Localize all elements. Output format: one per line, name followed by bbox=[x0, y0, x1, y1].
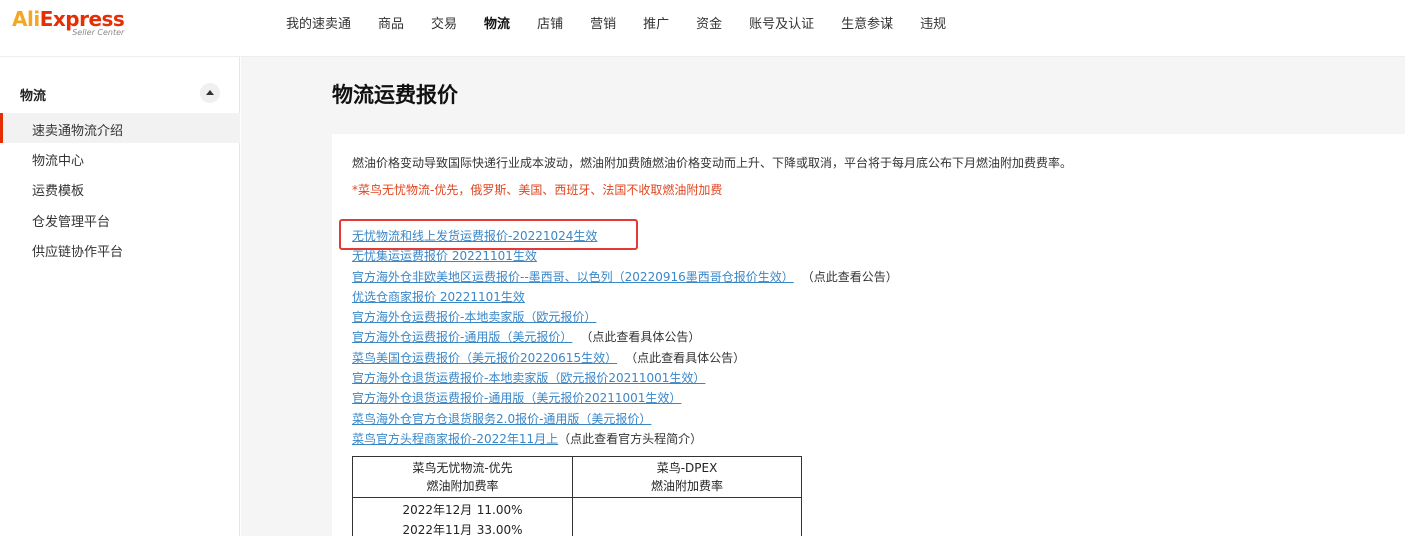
column-title: 菜鸟-DPEX bbox=[656, 461, 718, 475]
sidebar-item-logistics-center[interactable]: 物流中心 bbox=[0, 143, 240, 173]
list-item: 菜鸟海外仓官方仓退货服务2.0报价-通用版（美元报价） bbox=[352, 409, 898, 429]
list-item: 官方海外仓退货运费报价-本地卖家版（欧元报价20211001生效） bbox=[352, 368, 898, 388]
collapse-up-icon[interactable] bbox=[200, 83, 220, 103]
nav-item-store[interactable]: 店铺 bbox=[537, 0, 563, 50]
link-overseas-general-usd[interactable]: 官方海外仓运费报价-通用版（美元报价） bbox=[352, 330, 572, 344]
nav-item-business-advisor[interactable]: 生意参谋 bbox=[841, 0, 893, 50]
list-item: 无忧物流和线上发货运费报价-20221024生效 bbox=[352, 226, 898, 246]
top-header: AliExpress Seller Center 我的速卖通 商品 交易 物流 … bbox=[0, 0, 1405, 57]
nav-item-marketing[interactable]: 营销 bbox=[590, 0, 616, 50]
nav-item-funds[interactable]: 资金 bbox=[696, 0, 722, 50]
sidebar-item-logistics-intro[interactable]: 速卖通物流介绍 bbox=[0, 113, 240, 143]
sidebar-item-label: 仓发管理平台 bbox=[32, 215, 111, 230]
aliexpress-logo[interactable]: AliExpress Seller Center bbox=[12, 7, 125, 38]
link-consolidation-price[interactable]: 无忧集运运费报价 20221101生效 bbox=[352, 249, 537, 263]
list-item: 无忧集运运费报价 20221101生效 bbox=[352, 246, 898, 266]
sidebar-item-warehouse-platform[interactable]: 仓发管理平台 bbox=[0, 204, 240, 234]
nav-item-logistics[interactable]: 物流 bbox=[484, 0, 510, 50]
rate-value: 33.00% bbox=[476, 523, 523, 536]
nav-item-account[interactable]: 账号及认证 bbox=[749, 0, 814, 50]
logo-wordmark: AliExpress bbox=[12, 7, 125, 31]
link-note[interactable]: （点此查看官方头程简介） bbox=[558, 432, 702, 446]
column-subtitle: 燃油附加费率 bbox=[650, 479, 723, 493]
link-wuyou-online-price[interactable]: 无忧物流和线上发货运费报价-20221024生效 bbox=[352, 229, 597, 243]
sidebar-item-label: 速卖通物流介绍 bbox=[32, 124, 124, 139]
nav-item-products[interactable]: 商品 bbox=[378, 0, 404, 50]
rate-month: 2022年12月 bbox=[402, 503, 473, 517]
list-item: 优选仓商家报价 20221101生效 bbox=[352, 287, 898, 307]
sidebar-section-header[interactable]: 物流 bbox=[0, 77, 240, 109]
table-cell bbox=[572, 497, 802, 536]
list-item: 菜鸟官方头程商家报价-2022年11月上（点此查看官方头程简介） bbox=[352, 429, 898, 449]
link-overseas-local-eur[interactable]: 官方海外仓运费报价-本地卖家版（欧元报价） bbox=[352, 310, 596, 324]
sidebar-item-label: 供应链协作平台 bbox=[32, 245, 124, 260]
list-item: 官方海外仓运费报价-通用版（美元报价） （点此查看具体公告） bbox=[352, 327, 898, 347]
sidebar-item-label: 物流中心 bbox=[32, 154, 85, 169]
list-item: 官方海外仓运费报价-本地卖家版（欧元报价） bbox=[352, 307, 898, 327]
link-return-general-usd[interactable]: 官方海外仓退货运费报价-通用版（美元报价20211001生效） bbox=[352, 391, 681, 405]
column-subtitle: 燃油附加费率 bbox=[426, 479, 499, 493]
table-row: 2022年12月 11.00% 2022年11月 33.00% bbox=[352, 497, 802, 536]
sidebar: 物流 速卖通物流介绍 物流中心 运费模板 仓发管理平台 供应链协作平台 bbox=[0, 57, 240, 536]
link-note[interactable]: （点此查看具体公告） bbox=[586, 330, 700, 344]
sidebar-item-label: 运费模板 bbox=[32, 184, 85, 199]
column-title: 菜鸟无忧物流-优先 bbox=[412, 461, 513, 475]
top-nav: 我的速卖通 商品 交易 物流 店铺 营销 推广 资金 账号及认证 生意参谋 违规 bbox=[286, 0, 973, 50]
link-overseas-non-euus-price[interactable]: 官方海外仓非欧美地区运费报价--墨西哥、以色列（20220916墨西哥仓报价生效… bbox=[352, 270, 794, 284]
table-header-cell: 菜鸟-DPEX 燃油附加费率 bbox=[572, 456, 802, 498]
fuel-surcharge-table: 菜鸟无忧物流-优先 燃油附加费率 菜鸟-DPEX 燃油附加费率 2022年12月… bbox=[352, 456, 802, 536]
link-note[interactable]: （点此查看公告） bbox=[808, 270, 898, 284]
fuel-notice: 燃油价格变动导致国际快递行业成本波动，燃油附加费随燃油价格变动而上升、下降或取消… bbox=[352, 156, 1073, 170]
link-note[interactable]: （点此查看具体公告） bbox=[631, 351, 745, 365]
link-preferred-warehouse-price[interactable]: 优选仓商家报价 20221101生效 bbox=[352, 290, 525, 304]
price-link-list: 无忧物流和线上发货运费报价-20221024生效 无忧集运运费报价 202211… bbox=[352, 226, 898, 449]
rate-value: 11.00% bbox=[476, 503, 523, 517]
rate-line: 2022年11月 33.00% bbox=[353, 520, 572, 536]
nav-item-violations[interactable]: 违规 bbox=[920, 0, 946, 50]
sidebar-section-title: 物流 bbox=[20, 89, 47, 104]
sidebar-item-supply-chain[interactable]: 供应链协作平台 bbox=[0, 234, 240, 264]
list-item: 官方海外仓退货运费报价-通用版（美元报价20211001生效） bbox=[352, 388, 898, 408]
sidebar-item-freight-template[interactable]: 运费模板 bbox=[0, 173, 240, 203]
rate-line: 2022年12月 11.00% bbox=[353, 500, 572, 520]
nav-item-my-aliexpress[interactable]: 我的速卖通 bbox=[286, 0, 351, 50]
table-row: 菜鸟无忧物流-优先 燃油附加费率 菜鸟-DPEX 燃油附加费率 bbox=[352, 456, 802, 498]
list-item: 菜鸟美国仓运费报价（美元报价20220615生效） （点此查看具体公告） bbox=[352, 348, 898, 368]
rate-month: 2022年11月 bbox=[402, 523, 473, 536]
link-return-service-2[interactable]: 菜鸟海外仓官方仓退货服务2.0报价-通用版（美元报价） bbox=[352, 412, 651, 426]
link-first-leg-price[interactable]: 菜鸟官方头程商家报价-2022年11月上 bbox=[352, 432, 558, 446]
link-cainiao-us-warehouse[interactable]: 菜鸟美国仓运费报价（美元报价20220615生效） bbox=[352, 351, 617, 365]
nav-item-promotion[interactable]: 推广 bbox=[643, 0, 669, 50]
table-cell: 2022年12月 11.00% 2022年11月 33.00% bbox=[352, 497, 573, 536]
logo-text-a: Ali bbox=[12, 7, 40, 31]
nav-item-orders[interactable]: 交易 bbox=[431, 0, 457, 50]
main-area: 物流运费报价 燃油价格变动导致国际快递行业成本波动，燃油附加费随燃油价格变动而上… bbox=[241, 57, 1405, 536]
link-return-local-eur[interactable]: 官方海外仓退货运费报价-本地卖家版（欧元报价20211001生效） bbox=[352, 371, 705, 385]
content-panel: 燃油价格变动导致国际快递行业成本波动，燃油附加费随燃油价格变动而上升、下降或取消… bbox=[332, 134, 1405, 536]
list-item: 官方海外仓非欧美地区运费报价--墨西哥、以色列（20220916墨西哥仓报价生效… bbox=[352, 267, 898, 287]
table-header-cell: 菜鸟无忧物流-优先 燃油附加费率 bbox=[352, 456, 573, 498]
page-title: 物流运费报价 bbox=[332, 83, 458, 107]
fuel-warning: *菜鸟无忧物流-优先，俄罗斯、美国、西班牙、法国不收取燃油附加费 bbox=[352, 183, 723, 197]
